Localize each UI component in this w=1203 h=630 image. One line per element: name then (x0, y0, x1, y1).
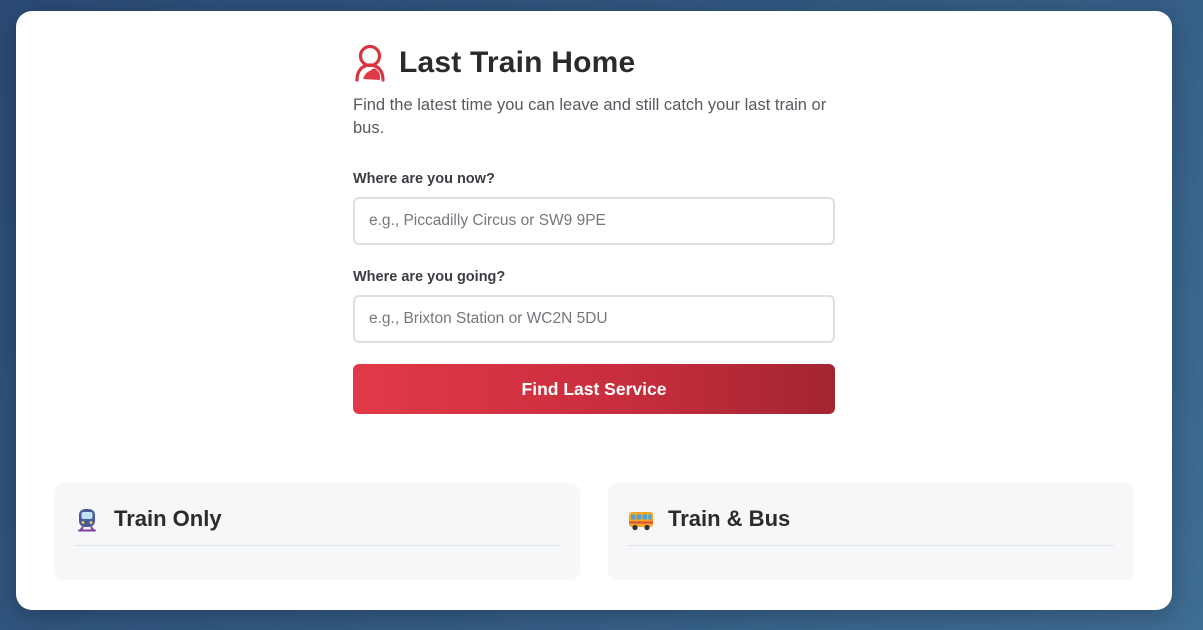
panel-title: Train & Bus (668, 506, 791, 531)
panel-header: Train Only (74, 505, 560, 546)
header: Last Train Home (353, 43, 635, 83)
find-last-service-button[interactable]: Find Last Service (353, 364, 835, 414)
origin-label: Where are you now? (353, 171, 495, 187)
panel-header: Train & Bus (628, 505, 1114, 546)
destination-input[interactable] (353, 295, 835, 343)
origin-input[interactable] (353, 197, 835, 245)
person-marker-icon (353, 43, 387, 83)
bus-icon (628, 507, 654, 533)
train-only-panel: Train Only (54, 483, 580, 580)
page-subtitle: Find the latest time you can leave and s… (353, 96, 827, 137)
train-and-bus-panel: Train & Bus (608, 483, 1134, 580)
metro-train-icon (74, 507, 100, 533)
main-card: Last Train Home Find the latest time you… (16, 11, 1172, 610)
destination-label: Where are you going? (353, 269, 506, 285)
panel-title: Train Only (114, 506, 222, 531)
page-title: Last Train Home (399, 46, 636, 79)
